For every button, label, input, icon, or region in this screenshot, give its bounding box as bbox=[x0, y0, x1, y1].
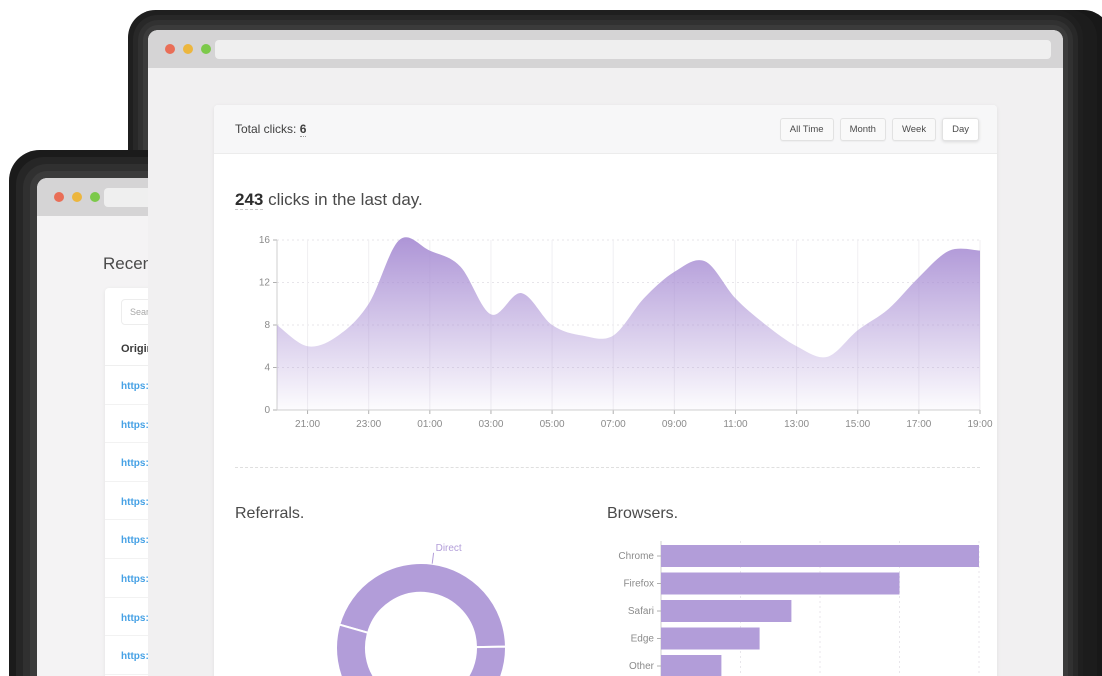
svg-text:17:00: 17:00 bbox=[906, 419, 931, 430]
range-button-day[interactable]: Day bbox=[942, 118, 979, 141]
svg-text:13:00: 13:00 bbox=[784, 419, 809, 430]
clicks-headline: 243 clicks in the last day. bbox=[235, 190, 423, 210]
referrals-title: Referrals. bbox=[235, 505, 304, 523]
origin-link[interactable]: https: bbox=[121, 651, 149, 662]
time-range-buttons: All Time Month Week Day bbox=[780, 118, 979, 141]
svg-text:05:00: 05:00 bbox=[540, 419, 565, 430]
svg-text:16: 16 bbox=[259, 235, 271, 246]
svg-text:09:00: 09:00 bbox=[662, 419, 687, 430]
origin-link[interactable]: https: bbox=[121, 458, 149, 469]
window-controls bbox=[54, 192, 100, 202]
section-divider bbox=[235, 467, 980, 468]
range-button-all-time[interactable]: All Time bbox=[780, 118, 834, 141]
svg-text:Edge: Edge bbox=[631, 634, 655, 645]
close-window-icon[interactable] bbox=[54, 192, 64, 202]
svg-text:Direct: Direct bbox=[436, 543, 462, 554]
clicks-count: 243 bbox=[235, 190, 263, 210]
svg-text:03:00: 03:00 bbox=[478, 419, 503, 430]
minimize-window-icon[interactable] bbox=[183, 44, 193, 54]
desktop-stage: Recent Origin https:https:https:https:ht… bbox=[0, 0, 1102, 676]
analytics-card-header: Total clicks: 6 All Time Month Week Day bbox=[214, 105, 997, 154]
front-url-bar[interactable] bbox=[215, 40, 1051, 59]
minimize-window-icon[interactable] bbox=[72, 192, 82, 202]
clicks-headline-text: clicks in the last day. bbox=[263, 190, 422, 209]
window-controls bbox=[165, 44, 211, 54]
analytics-card: Total clicks: 6 All Time Month Week Day 243… bbox=[214, 105, 997, 676]
analytics-browser-window: Total clicks: 6 All Time Month Week Day 243… bbox=[148, 30, 1063, 676]
clicks-area-chart: 0 4 8 12 16 21:00 23:00 01:00 03:00 05:00 07:00 09:… bbox=[231, 235, 997, 431]
close-window-icon[interactable] bbox=[165, 44, 175, 54]
maximize-window-icon[interactable] bbox=[201, 44, 211, 54]
browsers-title: Browsers. bbox=[607, 505, 678, 523]
svg-text:Chrome: Chrome bbox=[618, 551, 654, 562]
origin-link[interactable]: https: bbox=[121, 497, 149, 508]
svg-text:Other: Other bbox=[629, 661, 655, 672]
origin-link[interactable]: https: bbox=[121, 381, 149, 392]
svg-text:19:00: 19:00 bbox=[967, 419, 992, 430]
referrals-donut-chart: Direct bbox=[311, 525, 531, 676]
svg-text:12: 12 bbox=[259, 278, 271, 289]
svg-text:01:00: 01:00 bbox=[417, 419, 442, 430]
svg-text:Safari: Safari bbox=[628, 606, 654, 617]
svg-text:15:00: 15:00 bbox=[845, 419, 870, 430]
total-clicks-label: Total clicks: bbox=[235, 122, 296, 136]
svg-text:21:00: 21:00 bbox=[295, 419, 320, 430]
origin-link[interactable]: https: bbox=[121, 420, 149, 431]
total-clicks-value: 6 bbox=[300, 122, 307, 137]
range-button-month[interactable]: Month bbox=[840, 118, 886, 141]
front-window-titlebar bbox=[148, 30, 1063, 68]
range-button-week[interactable]: Week bbox=[892, 118, 936, 141]
svg-text:8: 8 bbox=[264, 320, 270, 331]
svg-text:0: 0 bbox=[264, 405, 270, 416]
svg-text:11:00: 11:00 bbox=[723, 419, 748, 430]
origin-link[interactable]: https: bbox=[121, 535, 149, 546]
origin-link[interactable]: https: bbox=[121, 574, 149, 585]
total-clicks: Total clicks: 6 bbox=[235, 122, 306, 136]
svg-text:23:00: 23:00 bbox=[356, 419, 381, 430]
svg-text:4: 4 bbox=[264, 363, 270, 374]
origin-link[interactable]: https: bbox=[121, 613, 149, 624]
browsers-bar-chart: Chrome Firefox Safari Edge Other bbox=[594, 537, 984, 676]
svg-text:Firefox: Firefox bbox=[623, 579, 654, 590]
maximize-window-icon[interactable] bbox=[90, 192, 100, 202]
svg-text:07:00: 07:00 bbox=[601, 419, 626, 430]
